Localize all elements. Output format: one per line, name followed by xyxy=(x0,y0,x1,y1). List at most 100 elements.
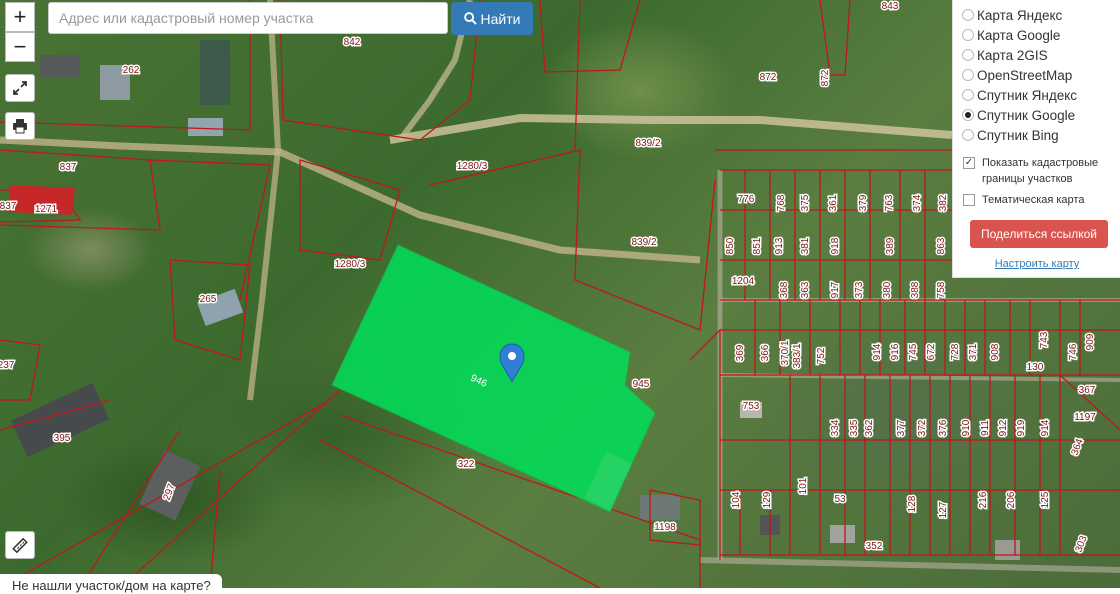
plot-number-label: 837 xyxy=(60,162,77,173)
plot-number-label: 1280/3 xyxy=(457,161,488,172)
plot-number-label: 362 xyxy=(864,419,875,436)
plot-number-label: 945 xyxy=(633,379,650,390)
zoom-out-button[interactable]: − xyxy=(5,32,35,62)
share-link-button[interactable]: Поделиться ссылкой xyxy=(970,220,1108,248)
plot-number-label: 916 xyxy=(890,343,901,360)
plot-number-label: 371 xyxy=(968,343,979,360)
plot-number-label: 776 xyxy=(738,194,755,205)
plot-number-label: 262 xyxy=(123,65,140,76)
plot-number-label: 128 xyxy=(907,495,918,512)
plot-number-label: 388 xyxy=(910,281,921,298)
layer-openstreetmap[interactable]: OpenStreetMap xyxy=(962,65,1072,85)
plot-number-label: 216 xyxy=(978,491,989,508)
plot-number-label: 352 xyxy=(866,541,883,552)
minus-icon: − xyxy=(13,34,27,59)
plot-number-label: 373 xyxy=(854,281,865,298)
plot-number-label: 1204 xyxy=(732,276,755,287)
plot-number-label: 389 xyxy=(885,237,896,254)
expand-icon xyxy=(13,81,27,95)
plot-number-label: 237 xyxy=(0,360,15,371)
plot-number-label: 839/2 xyxy=(631,237,656,248)
plot-number-label: 912 xyxy=(998,419,1009,436)
plot-number-label: 322 xyxy=(458,459,475,470)
plot-number-label: 129 xyxy=(762,491,773,508)
plot-number-label: 125 xyxy=(1040,491,1051,508)
plot-number-label: 382 xyxy=(938,194,949,211)
not-found-link[interactable]: Не нашли участок/дом на карте? xyxy=(0,574,222,594)
plot-number-label: 872 xyxy=(760,72,777,83)
search-button[interactable]: Найти xyxy=(451,2,533,35)
plot-number-label: 376 xyxy=(938,419,949,436)
configure-map-link[interactable]: Настроить карту xyxy=(953,258,1120,270)
layer-google-map[interactable]: Карта Google xyxy=(962,25,1060,45)
plot-number-label: 1198 xyxy=(654,522,676,533)
plot-number-label: 265 xyxy=(200,294,217,305)
checkbox[interactable] xyxy=(963,194,975,206)
plot-number-label: 381 xyxy=(800,237,811,254)
plot-number-label: 1197 xyxy=(1074,412,1096,423)
radio-button[interactable] xyxy=(962,69,974,81)
plot-number-label: 851 xyxy=(752,237,763,254)
plus-icon: + xyxy=(13,4,27,29)
plot-number-label: 377 xyxy=(896,419,907,436)
plot-number-label: 753 xyxy=(743,401,760,412)
plot-number-label: 910 xyxy=(961,419,972,436)
radio-button[interactable] xyxy=(962,9,974,21)
plot-number-label: 918 xyxy=(830,237,841,254)
plot-number-label: 380 xyxy=(882,281,893,298)
layer-google-satellite[interactable]: Спутник Google xyxy=(962,105,1075,125)
plot-number-label: 366 xyxy=(760,344,771,361)
plot-number-label: 672 xyxy=(926,343,937,360)
plot-number-label: 745 xyxy=(908,343,919,360)
radio-button[interactable] xyxy=(962,129,974,141)
plot-number-label: 843 xyxy=(882,1,899,12)
plot-number-label: 368 xyxy=(779,281,790,298)
plot-number-label: 372 xyxy=(917,419,928,436)
plot-number-label: 395 xyxy=(54,433,71,444)
fullscreen-button[interactable] xyxy=(5,74,35,102)
plot-number-label: 361 xyxy=(828,194,839,211)
plot-number-label: 872 xyxy=(820,69,831,86)
measure-button[interactable] xyxy=(5,531,35,559)
plot-number-label: 206 xyxy=(1006,491,1017,508)
plot-number-label: 909 xyxy=(1085,333,1096,350)
plot-number-label: 908 xyxy=(990,343,1001,360)
cadastral-borders-option[interactable]: ✓ Показать кадастровые границы участков xyxy=(963,155,1113,187)
layer-bing-satellite[interactable]: Спутник Bing xyxy=(962,125,1059,145)
plot-number-label: 367 xyxy=(1079,385,1096,396)
plot-number-label: 919 xyxy=(1016,419,1027,436)
radio-button[interactable] xyxy=(962,49,974,61)
plot-number-label: 104 xyxy=(731,491,742,508)
layer-yandex-satellite[interactable]: Спутник Яндекс xyxy=(962,85,1077,105)
radio-button[interactable] xyxy=(962,29,974,41)
radio-button[interactable] xyxy=(962,89,974,101)
plot-number-label: 746 xyxy=(1068,343,1079,360)
plot-number-label: 911 xyxy=(980,420,991,436)
plot-number-label: 370/1 xyxy=(780,340,791,365)
plot-number-label: 335 xyxy=(849,419,860,436)
plot-number-label: 127 xyxy=(938,501,949,518)
plot-number-label: 303 xyxy=(1074,534,1090,554)
printer-icon xyxy=(13,119,27,134)
plot-number-label: 758 xyxy=(936,281,947,298)
layer-yandex-map[interactable]: Карта Яндекс xyxy=(962,5,1062,25)
plot-number-label: 363 xyxy=(800,281,811,298)
plot-number-label: 1271 xyxy=(35,204,58,215)
plot-number-label: 379 xyxy=(858,194,869,211)
plot-number-label: 383/1 xyxy=(792,343,803,368)
thematic-map-option[interactable]: Тематическая карта xyxy=(963,192,1084,208)
search-button-label: Найти xyxy=(480,10,521,27)
search-input[interactable] xyxy=(48,2,448,34)
radio-button-checked[interactable] xyxy=(962,109,974,121)
plot-number-label: 334 xyxy=(830,419,841,436)
plot-number-label: 863 xyxy=(936,237,947,254)
plot-number-label: 374 xyxy=(912,194,923,211)
plot-number-label: 763 xyxy=(884,194,895,211)
zoom-in-button[interactable]: + xyxy=(5,2,35,32)
plot-number-label: 839/2 xyxy=(635,138,660,149)
plot-number-label: 837 xyxy=(0,201,17,212)
print-button[interactable] xyxy=(5,112,35,140)
checkbox-checked[interactable]: ✓ xyxy=(963,157,975,169)
plot-number-label: 752 xyxy=(816,347,827,364)
layer-2gis-map[interactable]: Карта 2GIS xyxy=(962,45,1048,65)
